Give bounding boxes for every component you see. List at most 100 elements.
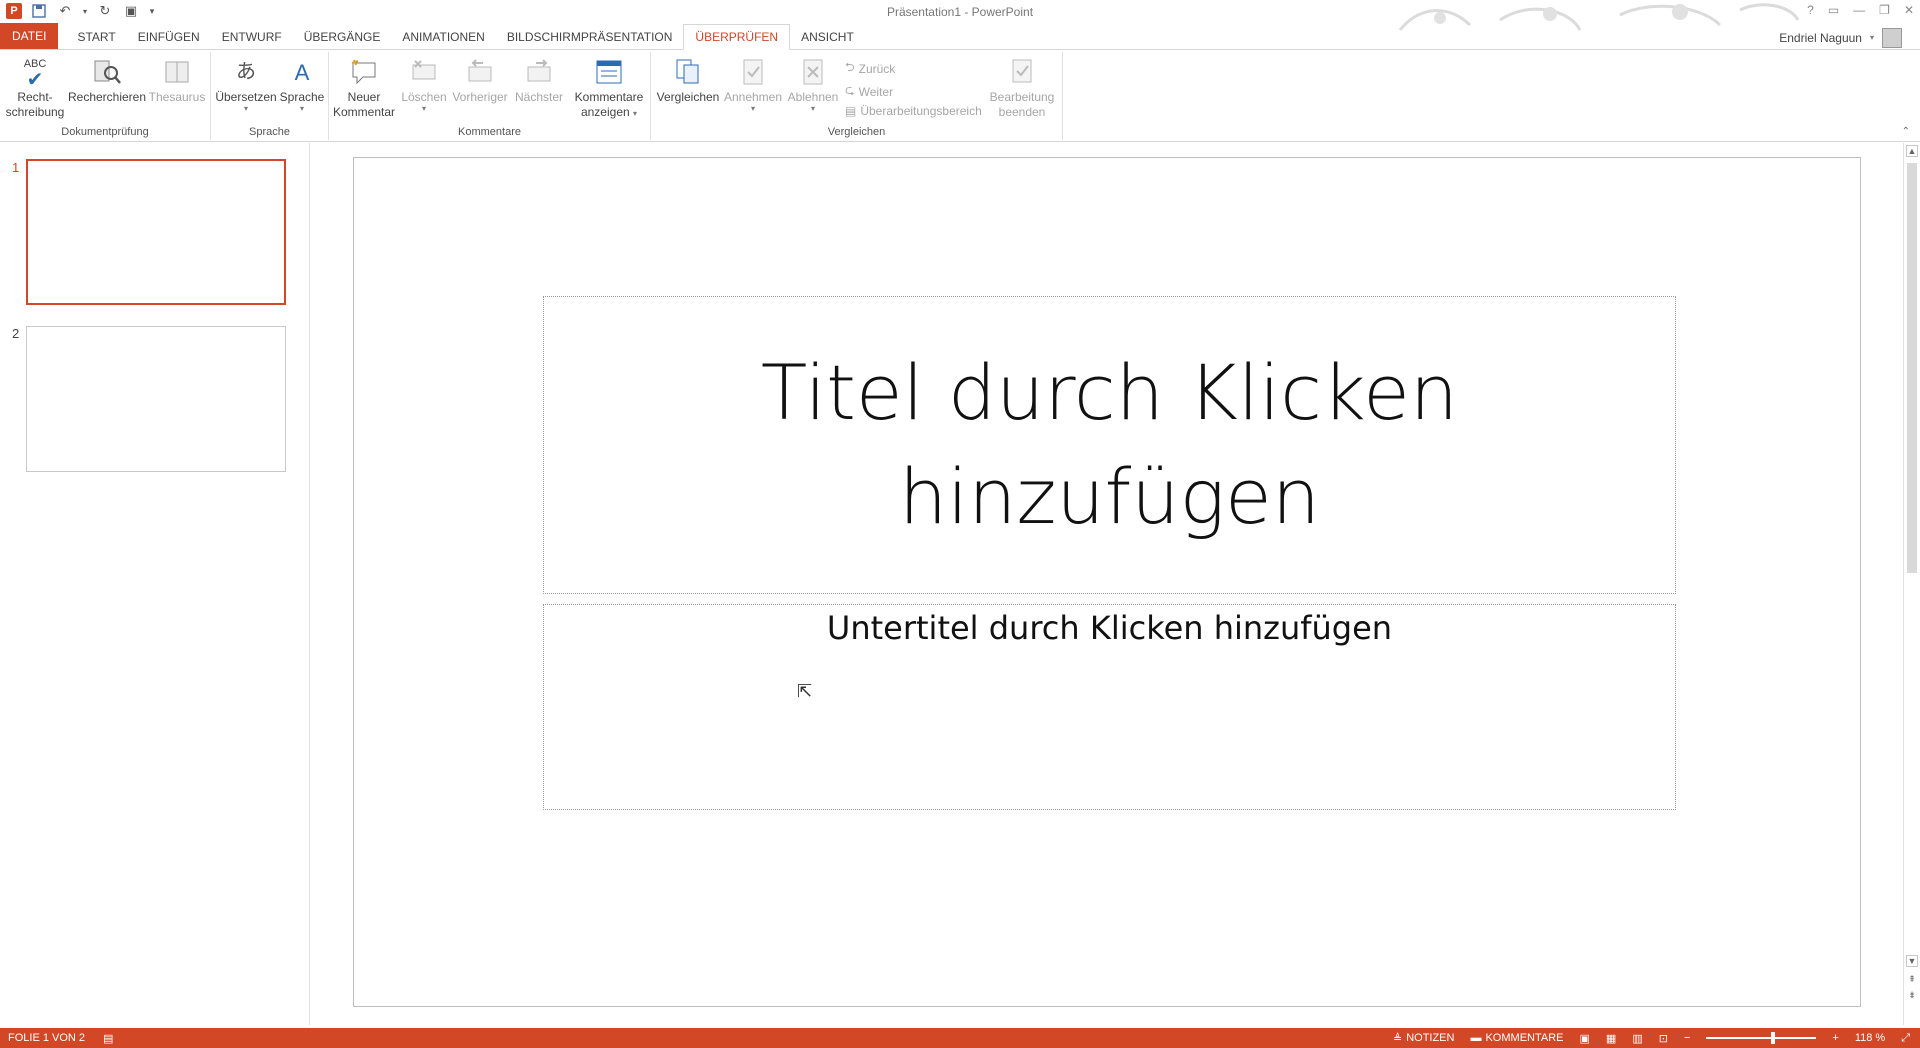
tab-insert[interactable]: EINFÜGEN xyxy=(127,25,211,49)
research-button[interactable]: Recherchieren xyxy=(68,56,146,105)
slide-counter: FOLIE 1 VON 2 xyxy=(8,1032,86,1044)
tab-review[interactable]: ÜBERPRÜFEN xyxy=(683,24,791,50)
language-dropdown-icon: ▾ xyxy=(299,104,304,113)
forward-button[interactable]: ⮎ Weiter xyxy=(845,81,893,102)
scrollbar-thumb[interactable] xyxy=(1907,163,1917,573)
ribbon: ABC ✔ Recht- schreibung Recherchieren Th… xyxy=(0,50,1920,142)
translate-button[interactable]: あ Übersetzen ▾ xyxy=(215,56,277,113)
end-review-icon xyxy=(1006,56,1038,88)
comments-label: KOMMENTARE xyxy=(1485,1032,1564,1044)
reading-view-icon[interactable]: ▥ xyxy=(1632,1032,1642,1045)
translate-dropdown-icon: ▾ xyxy=(243,104,248,113)
spell-check-status-icon[interactable]: ▤ xyxy=(103,1032,113,1045)
tab-file[interactable]: DATEI xyxy=(0,23,59,49)
title-placeholder[interactable]: Titel durch Klicken hinzufügen xyxy=(543,296,1676,594)
notes-label: NOTIZEN xyxy=(1406,1032,1455,1044)
comments-button[interactable]: ▬ KOMMENTARE xyxy=(1470,1032,1563,1044)
minimize-icon[interactable]: — xyxy=(1853,3,1865,17)
vertical-scrollbar[interactable]: ▲ ▼ ⇞ ⇟ xyxy=(1903,143,1920,1025)
spelling-icon: ABC ✔ xyxy=(23,57,47,91)
slide-thumbnail-pane: 1 2 xyxy=(0,143,310,1025)
restore-icon[interactable]: ❐ xyxy=(1879,3,1890,17)
show-comments-label-line1: Kommentare xyxy=(574,90,644,104)
next-comment-button[interactable]: Nächster xyxy=(511,56,567,105)
close-icon[interactable]: ✕ xyxy=(1904,3,1914,17)
group-comments: Neuer Kommentar Löschen ▾ Vorheriger Näc… xyxy=(329,52,651,140)
spelling-label-line2: schreibung xyxy=(5,105,65,119)
tab-design[interactable]: ENTWURF xyxy=(211,25,293,49)
subtitle-placeholder[interactable]: Untertitel durch Klicken hinzufügen xyxy=(543,604,1676,810)
slide-sorter-icon[interactable]: ▦ xyxy=(1606,1032,1616,1045)
reject-button[interactable]: Ablehnen ▾ xyxy=(785,56,841,113)
fit-to-window-icon[interactable]: ⤢ xyxy=(1901,1032,1910,1045)
accept-icon xyxy=(737,56,769,88)
reject-dropdown-icon: ▾ xyxy=(810,104,815,113)
tab-view[interactable]: ANSICHT xyxy=(790,25,865,49)
accept-dropdown-icon: ▾ xyxy=(750,104,755,113)
previous-comment-button[interactable]: Vorheriger xyxy=(451,56,509,105)
group-label-comments: Kommentare xyxy=(458,126,521,138)
delete-dropdown-icon: ▾ xyxy=(421,104,426,113)
slide-thumbnail-2[interactable] xyxy=(26,326,286,472)
accept-label: Annehmen xyxy=(723,90,783,104)
slideshow-view-icon[interactable]: ⊡ xyxy=(1659,1032,1668,1045)
tab-slideshow[interactable]: BILDSCHIRMPRÄSENTATION xyxy=(496,25,684,49)
help-icon[interactable]: ? xyxy=(1807,3,1814,17)
research-icon xyxy=(91,56,123,88)
group-label-compare: Vergleichen xyxy=(827,126,886,138)
tab-transitions[interactable]: ÜBERGÄNGE xyxy=(293,25,392,49)
mouse-pointer-icon: ⇱ xyxy=(797,681,813,701)
translate-icon: あ xyxy=(236,60,256,83)
previous-comment-label: Vorheriger xyxy=(452,90,508,104)
tab-start[interactable]: START xyxy=(66,25,126,49)
show-comments-icon xyxy=(593,56,625,88)
normal-view-icon[interactable]: ▣ xyxy=(1580,1032,1590,1045)
end-review-button[interactable]: Bearbeitung beenden xyxy=(985,56,1059,120)
back-button[interactable]: ⮌ Zurück xyxy=(845,58,895,79)
slide-editor: Titel durch Klicken hinzufügen Untertite… xyxy=(311,143,1903,1025)
zoom-in-icon[interactable]: + xyxy=(1832,1032,1838,1044)
title-bar: P ↶ ▾ ↻ ▣ ▾ Präsentation1 - PowerPoint ?… xyxy=(0,0,1920,31)
back-icon: ⮌ xyxy=(845,60,855,74)
ribbon-display-options-icon[interactable]: ▭ xyxy=(1828,3,1839,17)
zoom-slider-knob[interactable] xyxy=(1771,1032,1776,1044)
group-language: あ Übersetzen ▾ A Sprache ▾ Sprache xyxy=(211,52,329,140)
group-label-language: Sprache xyxy=(249,126,290,138)
collapse-ribbon-icon[interactable]: ⌃ xyxy=(1902,126,1910,137)
scroll-down-icon[interactable]: ▼ xyxy=(1906,955,1918,967)
slide-number-2: 2 xyxy=(12,326,20,341)
language-icon: A xyxy=(294,59,310,85)
thesaurus-button[interactable]: Thesaurus xyxy=(148,56,206,105)
previous-slide-icon[interactable]: ⇞ xyxy=(1906,973,1918,985)
delete-comment-button[interactable]: Löschen ▾ xyxy=(399,56,449,113)
slide-canvas[interactable]: Titel durch Klicken hinzufügen Untertite… xyxy=(353,157,1861,1007)
show-comments-label-line2-wrap: anzeigen ▾ xyxy=(581,105,637,120)
zoom-level[interactable]: 118 % xyxy=(1855,1032,1885,1044)
user-name: Endriel Naguun xyxy=(1779,31,1862,45)
chevron-down-icon: ▾ xyxy=(1869,33,1874,42)
accept-button[interactable]: Annehmen ▾ xyxy=(723,56,783,113)
new-comment-icon xyxy=(348,56,380,88)
group-proofing: ABC ✔ Recht- schreibung Recherchieren Th… xyxy=(0,52,211,140)
zoom-out-icon[interactable]: − xyxy=(1684,1032,1690,1044)
compare-button[interactable]: Vergleichen xyxy=(655,56,721,105)
next-slide-icon[interactable]: ⇟ xyxy=(1906,989,1918,1001)
translate-label: Übersetzen xyxy=(215,90,277,104)
ribbon-tabs: DATEI START EINFÜGEN ENTWURF ÜBERGÄNGE A… xyxy=(0,23,1920,50)
user-account[interactable]: Endriel Naguun ▾ xyxy=(1779,28,1902,48)
show-comments-button[interactable]: Kommentare anzeigen ▾ xyxy=(571,56,647,120)
revisions-pane-button[interactable]: ▤ Überarbeitungsbereich xyxy=(845,104,982,118)
notes-button[interactable]: ≜ NOTIZEN xyxy=(1393,1032,1455,1045)
language-label: Sprache xyxy=(279,90,325,104)
new-comment-button[interactable]: Neuer Kommentar xyxy=(333,56,395,120)
tab-animations[interactable]: ANIMATIONEN xyxy=(391,25,495,49)
compare-icon xyxy=(672,56,704,88)
language-button[interactable]: A Sprache ▾ xyxy=(277,56,327,113)
status-bar: FOLIE 1 VON 2 ▤ ≜ NOTIZEN ▬ KOMMENTARE ▣ ▦… xyxy=(0,1028,1920,1048)
forward-icon: ⮎ xyxy=(845,83,855,97)
zoom-slider[interactable] xyxy=(1706,1032,1817,1044)
slide-thumbnail-1[interactable] xyxy=(26,159,286,305)
scroll-up-icon[interactable]: ▲ xyxy=(1906,145,1918,157)
title-placeholder-text: Titel durch Klicken hinzufügen xyxy=(760,348,1459,541)
spelling-button[interactable]: ABC ✔ Recht- schreibung xyxy=(5,56,65,120)
